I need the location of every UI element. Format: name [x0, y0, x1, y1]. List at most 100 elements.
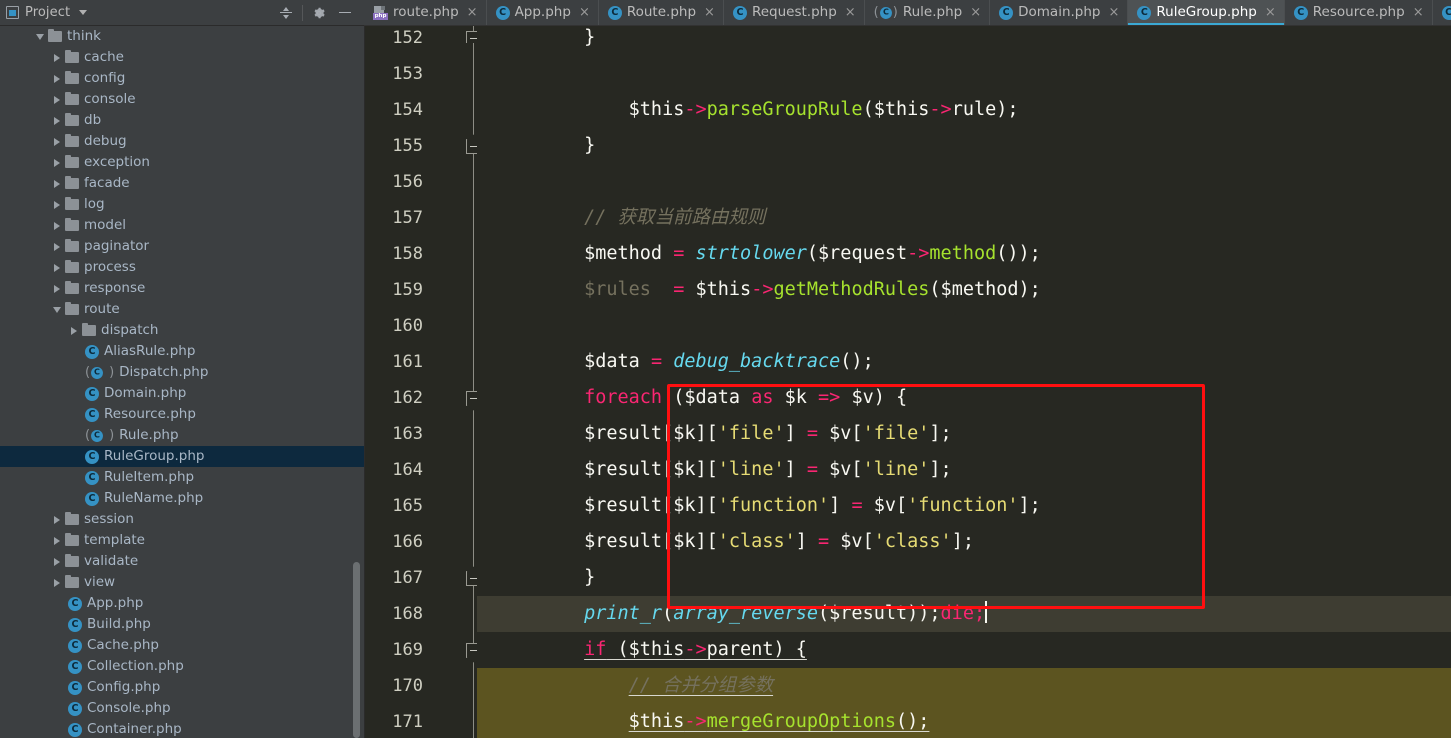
tree-file-item[interactable]: C Cache.php — [0, 635, 364, 656]
tree-folder-item[interactable]: paginator — [0, 236, 364, 257]
sidebar-scrollbar-thumb[interactable] — [353, 562, 360, 738]
gutter-line-number[interactable]: 164 — [365, 452, 423, 488]
chevron-right-icon[interactable] — [51, 94, 63, 106]
tree-file-item[interactable]: C RuleItem.php — [0, 467, 364, 488]
code-line[interactable] — [477, 308, 1451, 344]
tree-file-item[interactable]: C Resource.php — [0, 404, 364, 425]
tree-folder-item[interactable]: validate — [0, 551, 364, 572]
chevron-right-icon[interactable] — [51, 514, 63, 526]
tree-folder-item[interactable]: db — [0, 110, 364, 131]
code-line[interactable]: if ($this->parent) { — [477, 632, 1451, 668]
gutter-line-number[interactable]: 170 — [365, 668, 423, 704]
tree-folder-item[interactable]: think — [0, 26, 364, 47]
editor-tab-request-php[interactable]: C Request.php × — [724, 0, 865, 25]
tree-file-item[interactable]: C Console.php — [0, 698, 364, 719]
code-line[interactable] — [477, 56, 1451, 92]
code-line[interactable]: } — [477, 128, 1451, 164]
tree-file-item[interactable]: C Collection.php — [0, 656, 364, 677]
tree-file-item[interactable]: C App.php — [0, 593, 364, 614]
code-line[interactable]: } — [477, 26, 1451, 56]
chevron-right-icon[interactable] — [51, 178, 63, 190]
editor-tab-route-php[interactable]: C Route.php × — [599, 0, 724, 25]
collapse-all-button[interactable] — [273, 2, 299, 24]
settings-button[interactable] — [306, 2, 332, 24]
close-icon[interactable]: × — [970, 6, 981, 19]
chevron-right-icon[interactable] — [51, 73, 63, 85]
gutter-line-number[interactable]: 160 — [365, 308, 423, 344]
chevron-right-icon[interactable] — [51, 577, 63, 589]
editor-tab-resource-php[interactable]: C Resource.php × — [1285, 0, 1433, 25]
tree-file-item[interactable]: C RuleGroup.php — [0, 446, 364, 467]
gutter-line-number[interactable]: 169 — [365, 632, 423, 668]
project-title-group[interactable]: Project — [6, 5, 88, 20]
chevron-down-icon[interactable] — [79, 10, 88, 15]
tree-file-item[interactable]: C RuleName.php — [0, 488, 364, 509]
code-line[interactable]: } — [477, 560, 1451, 596]
tree-folder-item[interactable]: facade — [0, 173, 364, 194]
tree-file-item[interactable]: C Container.php — [0, 719, 364, 738]
gutter-line-number[interactable]: 152 — [365, 26, 423, 56]
hide-panel-button[interactable] — [332, 2, 358, 24]
tree-folder-item[interactable]: route — [0, 299, 364, 320]
chevron-right-icon[interactable] — [51, 52, 63, 64]
tree-file-item[interactable]: C Config.php — [0, 677, 364, 698]
close-icon[interactable]: × — [467, 6, 478, 19]
tree-file-item[interactable]: C AliasRule.php — [0, 341, 364, 362]
editor-tab-domain-php[interactable]: C Domain.php × — [990, 0, 1129, 25]
gutter-line-number[interactable]: 162 — [365, 380, 423, 416]
close-icon[interactable]: × — [1265, 6, 1276, 19]
tree-file-item[interactable]: C Domain.php — [0, 383, 364, 404]
tree-folder-item[interactable]: template — [0, 530, 364, 551]
tree-folder-item[interactable]: response — [0, 278, 364, 299]
editor-tab-rulegroup-php[interactable]: C RuleGroup.php × — [1128, 0, 1285, 25]
code-line[interactable] — [477, 164, 1451, 200]
gutter-line-number[interactable]: 168 — [365, 596, 423, 632]
code-line[interactable]: $rules = $this->getMethodRules($method); — [477, 272, 1451, 308]
code-line[interactable]: $result[$k]['file'] = $v['file']; — [477, 416, 1451, 452]
chevron-right-icon[interactable] — [51, 556, 63, 568]
code-line[interactable]: // 获取当前路由规则 — [477, 200, 1451, 236]
tree-folder-item[interactable]: process — [0, 257, 364, 278]
chevron-right-icon[interactable] — [51, 199, 63, 211]
editor-gutter[interactable]: 152 153 154 155 156 157 158 159 160 161 162 163 164 1… — [365, 26, 481, 738]
close-icon[interactable]: × — [704, 6, 715, 19]
editor-tab-app-php[interactable]: C App.php × — [487, 0, 599, 25]
chevron-right-icon[interactable] — [51, 283, 63, 295]
chevron-right-icon[interactable] — [51, 241, 63, 253]
chevron-right-icon[interactable] — [51, 262, 63, 274]
gutter-line-number[interactable]: 153 — [365, 56, 423, 92]
tree-folder-item[interactable]: log — [0, 194, 364, 215]
editor-code-area[interactable]: } $this->parseGroupRule($this->rule); } … — [477, 26, 1451, 738]
gutter-line-number[interactable]: 154 — [365, 92, 423, 128]
code-line[interactable]: print_r(array_reverse($result));die; — [477, 596, 1451, 632]
editor-tab-rule-php[interactable]: (C) Rule.php × — [865, 0, 991, 25]
chevron-right-icon[interactable] — [51, 220, 63, 232]
tree-folder-item[interactable]: session — [0, 509, 364, 530]
code-line[interactable]: $result[$k]['class'] = $v['class']; — [477, 524, 1451, 560]
gutter-line-number[interactable]: 155 — [365, 128, 423, 164]
chevron-right-icon[interactable] — [51, 535, 63, 547]
tree-folder-item[interactable]: exception — [0, 152, 364, 173]
gutter-line-number[interactable]: 167 — [365, 560, 423, 596]
tree-folder-item[interactable]: dispatch — [0, 320, 364, 341]
gutter-line-number[interactable]: 157 — [365, 200, 423, 236]
code-line[interactable]: $data = debug_backtrace(); — [477, 344, 1451, 380]
tree-file-item[interactable]: C Build.php — [0, 614, 364, 635]
code-line[interactable]: $method = strtolower($request->method())… — [477, 236, 1451, 272]
code-line[interactable]: // 合并分组参数 — [477, 668, 1451, 704]
tree-folder-item[interactable]: cache — [0, 47, 364, 68]
code-line[interactable]: $this->mergeGroupOptions(); — [477, 704, 1451, 738]
tree-folder-item[interactable]: debug — [0, 131, 364, 152]
chevron-right-icon[interactable] — [51, 136, 63, 148]
gutter-line-number[interactable]: 158 — [365, 236, 423, 272]
gutter-line-number[interactable]: 159 — [365, 272, 423, 308]
editor-tab-index-php[interactable]: CIndex.php× — [1433, 0, 1451, 25]
gutter-line-number[interactable]: 156 — [365, 164, 423, 200]
tree-file-item[interactable]: (C) Rule.php — [0, 425, 364, 446]
gutter-line-number[interactable]: 165 — [365, 488, 423, 524]
code-line[interactable]: $result[$k]['function'] = $v['function']… — [477, 488, 1451, 524]
chevron-right-icon[interactable] — [51, 115, 63, 127]
tree-folder-item[interactable]: model — [0, 215, 364, 236]
close-icon[interactable]: × — [1413, 6, 1424, 19]
chevron-right-icon[interactable] — [68, 325, 80, 337]
